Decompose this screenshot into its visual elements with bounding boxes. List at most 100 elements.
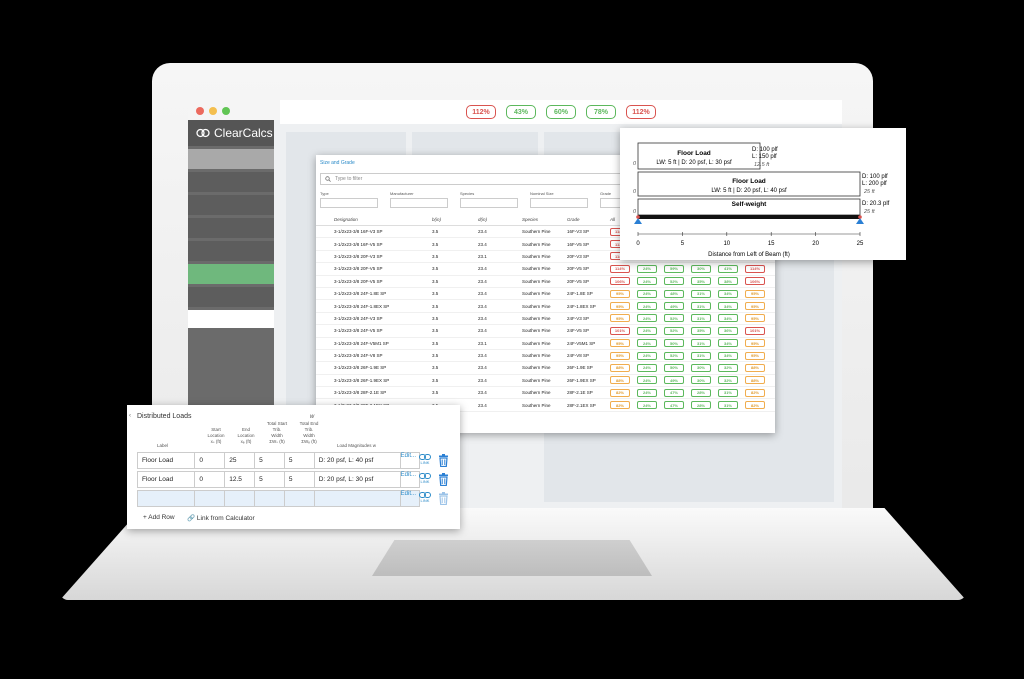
link-icon: 🔗 <box>187 515 196 522</box>
load-label-input[interactable]: Floor Load <box>138 453 196 468</box>
utilization-badge: 31% <box>691 289 711 298</box>
load-title-2: Floor Load <box>732 178 766 185</box>
utilization-badge: 30% <box>691 376 711 385</box>
utilization-badge: 24% <box>637 351 657 360</box>
load-mag-input[interactable]: D: 20 psf, L: 40 psf <box>315 453 401 468</box>
col-all[interactable]: All <box>610 217 615 222</box>
load-we-input[interactable]: 5 <box>285 472 315 487</box>
laptop-trackpad-notch <box>372 540 652 576</box>
table-row[interactable]: 3-1/2x23-3/8 24F-V5 SP 3.5 23.4 Southern Pi… <box>316 325 775 338</box>
summary-badge: 112% <box>466 105 496 119</box>
load-start-input[interactable]: 0 <box>195 472 226 487</box>
table-row[interactable]: 3-1/2x23-3/8 28F-2.1E SP 3.5 23.4 Southern … <box>316 387 775 400</box>
sidebar-item[interactable] <box>188 287 274 307</box>
utilization-badge: 24% <box>637 302 657 311</box>
sidebar-item[interactable] <box>188 195 274 215</box>
cell-b: 3.5 <box>432 303 439 309</box>
cell-designation: 3-1/2x23-3/8 24F-1.8EX SP <box>334 303 390 309</box>
utilization-badge: 28% <box>691 401 711 410</box>
cell-species: Southern Pine <box>522 402 551 408</box>
utilization-badge: 34% <box>718 289 738 298</box>
col-b[interactable]: b(in) <box>432 217 478 222</box>
table-row[interactable]: 3-1/2x23-3/8 20F-V5 SP 3.5 23.4 Southern Pi… <box>316 263 775 276</box>
delete-row-icon[interactable] <box>438 492 449 506</box>
load-start-3: 0 <box>633 209 637 215</box>
sidebar-item[interactable] <box>188 172 274 192</box>
table-row[interactable]: 3-1/2x23-3/8 24F-V8 SP 3.5 23.4 Southern Pi… <box>316 350 775 363</box>
add-row-button[interactable]: + Add Row <box>143 514 175 521</box>
load-mag-input[interactable] <box>315 491 401 506</box>
load-label-input[interactable]: Floor Load <box>138 472 196 487</box>
sidebar-item[interactable] <box>188 218 274 238</box>
load-end-input[interactable]: 25 <box>225 453 256 468</box>
utilization-badge: 34% <box>718 302 738 311</box>
utilization-badge: 49% <box>664 376 684 385</box>
sidebar-item[interactable] <box>188 149 274 169</box>
cell-b: 3.5 <box>432 315 439 321</box>
load-we-input[interactable]: 5 <box>285 453 315 468</box>
cell-species: Southern Pine <box>522 229 551 235</box>
distributed-loads-panel: ‹ Distributed Loads Label Start Location x… <box>127 405 460 529</box>
utilization-badge: 95% <box>610 339 630 348</box>
link-calculator-button[interactable]: 🔗 Link from Calculator <box>187 514 255 522</box>
delete-row-icon[interactable] <box>438 454 449 468</box>
select-manufacturer[interactable]: Manufacturer <box>390 191 448 208</box>
sidebar-item[interactable] <box>188 241 274 261</box>
cell-designation: 3-1/2x23-3/8 20F-V5 SP <box>334 278 383 284</box>
table-row[interactable]: 3-1/2x23-3/8 24F-1.8E SP 3.5 23.4 Southern … <box>316 288 775 301</box>
load-label-input[interactable] <box>138 491 196 506</box>
table-row[interactable]: 3-1/2x23-3/8 26F-1.9EX SP 3.5 23.4 Southern… <box>316 375 775 388</box>
load-title-3: Self-weight <box>732 201 768 208</box>
cell-species: Southern Pine <box>522 353 551 359</box>
table-row[interactable]: 3-1/2x23-3/8 26F-1.9E SP 3.5 23.4 Southern … <box>316 362 775 375</box>
collapse-chevron-icon[interactable]: ‹ <box>129 413 131 419</box>
edit-link[interactable]: Edit... <box>401 491 419 506</box>
select-nominal-size[interactable]: Nominal Size <box>530 191 588 208</box>
select-species[interactable]: Species <box>460 191 518 208</box>
load-desc-1: LW: 5 ft | D: 20 psf, L: 30 psf <box>656 160 732 166</box>
cell-d: 23.4 <box>478 315 487 321</box>
link-toggle-icon[interactable]: LINK <box>418 492 432 503</box>
table-row[interactable]: 3-1/2x23-3/8 24F-V5M1 SP 3.5 23.1 Southern … <box>316 338 775 350</box>
utilization-badge: 95% <box>745 314 765 323</box>
close-dot-icon[interactable] <box>196 107 204 115</box>
load-mag-input[interactable]: D: 20 psf, L: 30 psf <box>315 472 401 487</box>
cell-b: 3.5 <box>432 328 439 334</box>
col-species[interactable]: Species <box>522 217 567 222</box>
edit-link[interactable]: Edit... <box>401 472 419 487</box>
col-designation[interactable]: Designation <box>334 217 432 222</box>
load-end-input[interactable] <box>225 491 256 506</box>
load-ws-input[interactable]: 5 <box>255 472 285 487</box>
load-row: Floor Load 0 25 5 5 D: 20 psf, L: 40 psf Edit.… <box>137 452 420 469</box>
load-we-input[interactable] <box>285 491 315 506</box>
load-mag-3: D: 20.3 plf <box>862 201 890 207</box>
cell-b: 3.5 <box>432 390 439 396</box>
cell-b: 3.5 <box>432 365 439 371</box>
utilization-badge: 82% <box>610 401 630 410</box>
table-row[interactable]: 3-1/2x23-3/8 20F-V5 SP 3.5 23.4 Southern Pi… <box>316 276 775 288</box>
cell-designation: 3-1/2x23-3/8 20F-V3 SP <box>334 253 383 259</box>
link-toggle-icon[interactable]: LINK <box>418 454 432 465</box>
load-ws-input[interactable]: 5 <box>255 453 285 468</box>
sidebar-item[interactable] <box>188 310 274 328</box>
cell-species: Southern Pine <box>522 291 551 297</box>
minimize-dot-icon[interactable] <box>209 107 217 115</box>
link-toggle-icon[interactable]: LINK <box>418 473 432 484</box>
maximize-dot-icon[interactable] <box>222 107 230 115</box>
header-w: w <box>309 414 315 420</box>
delete-row-icon[interactable] <box>438 473 449 487</box>
sidebar-item-active[interactable] <box>188 264 274 284</box>
load-desc-2: LW: 5 ft | D: 20 psf, L: 40 psf <box>711 188 787 194</box>
col-grade[interactable]: Grade <box>567 217 610 222</box>
cell-grade: 28F-2.1E SP <box>567 390 593 396</box>
table-row[interactable]: 3-1/2x23-3/8 24F-V3 SP 3.5 23.4 Southern Pi… <box>316 313 775 326</box>
load-start-input[interactable] <box>195 491 226 506</box>
utilization-badge: 106% <box>610 277 630 286</box>
col-d[interactable]: d(in) <box>478 217 522 222</box>
load-start-input[interactable]: 0 <box>195 453 226 468</box>
select-type[interactable]: Type <box>320 191 378 208</box>
load-ws-input[interactable] <box>255 491 285 506</box>
edit-link[interactable]: Edit... <box>401 453 419 468</box>
table-row[interactable]: 3-1/2x23-3/8 24F-1.8EX SP 3.5 23.4 Southern… <box>316 300 775 313</box>
load-end-input[interactable]: 12.5 <box>225 472 256 487</box>
